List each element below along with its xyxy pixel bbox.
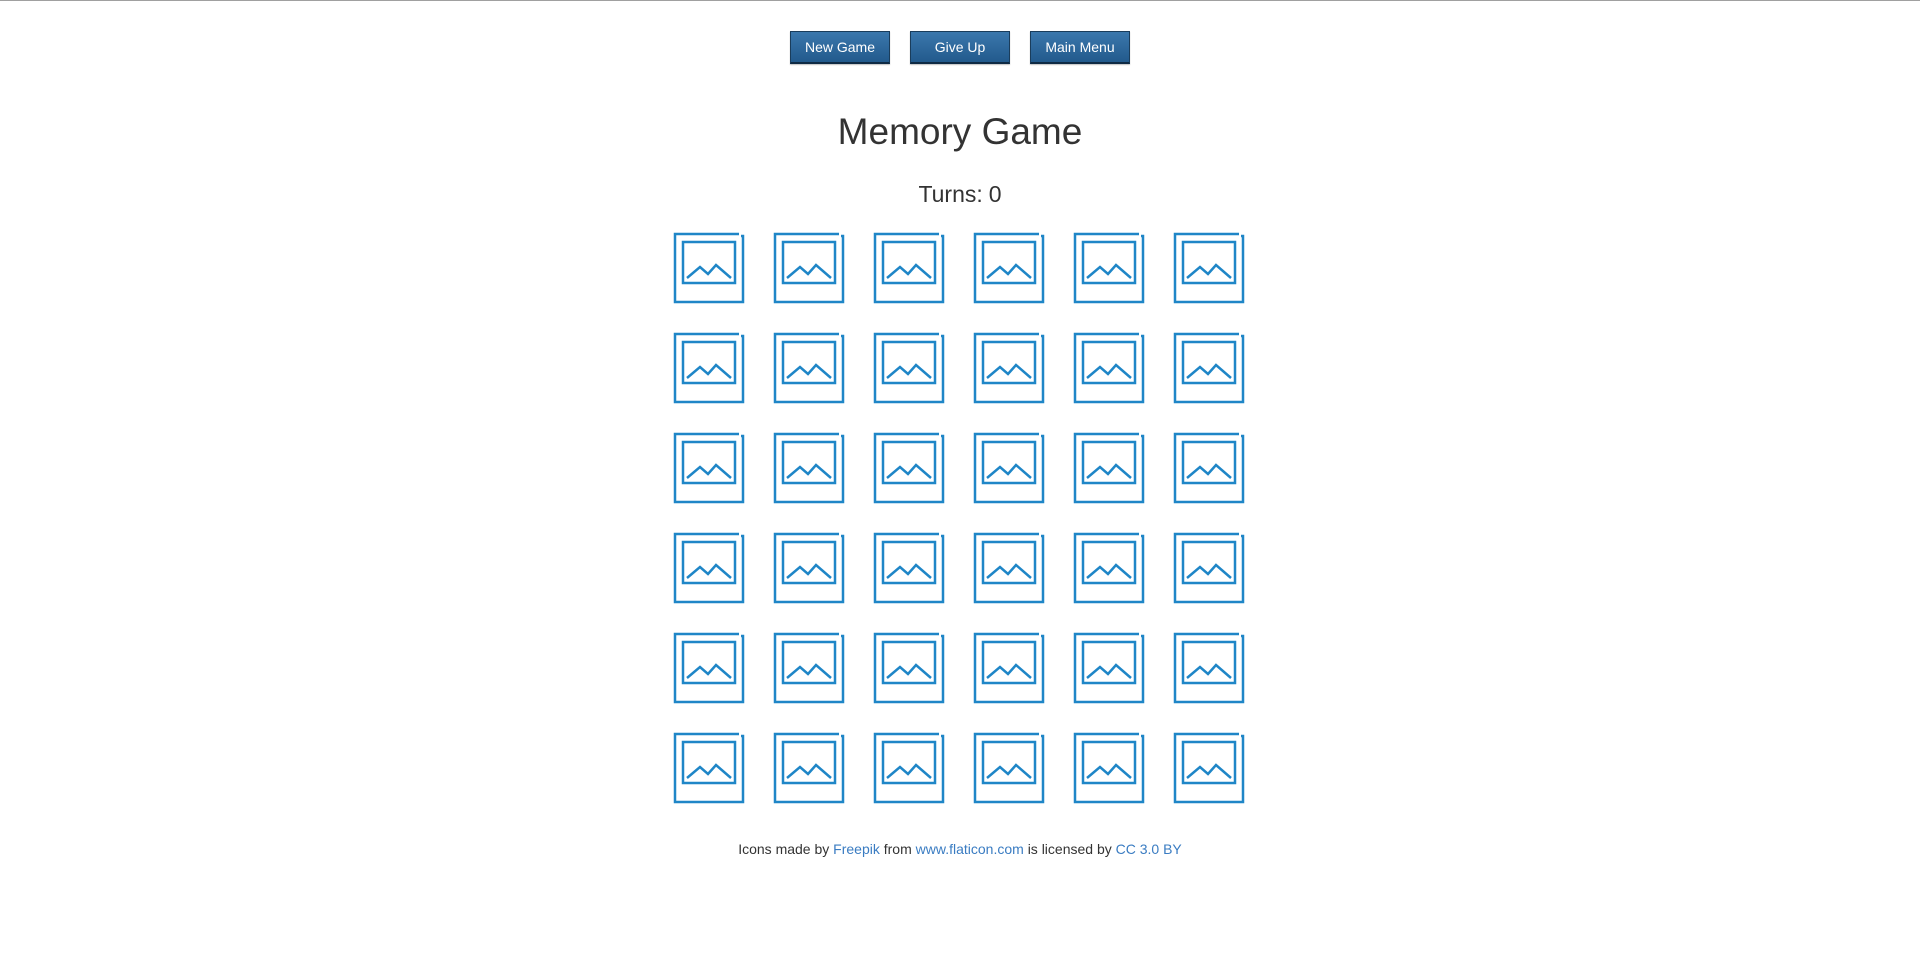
- image-placeholder-icon: [673, 532, 745, 604]
- image-placeholder-icon: [773, 732, 845, 804]
- give-up-button[interactable]: Give Up: [910, 31, 1010, 64]
- image-placeholder-icon: [873, 632, 945, 704]
- image-placeholder-icon: [973, 332, 1045, 404]
- image-placeholder-icon: [1173, 332, 1245, 404]
- image-placeholder-icon: [1073, 632, 1145, 704]
- image-placeholder-icon: [1073, 432, 1145, 504]
- memory-card[interactable]: [773, 332, 845, 404]
- memory-card[interactable]: [873, 732, 945, 804]
- memory-card[interactable]: [973, 632, 1045, 704]
- image-placeholder-icon: [673, 632, 745, 704]
- memory-card[interactable]: [973, 732, 1045, 804]
- image-placeholder-icon: [873, 232, 945, 304]
- memory-card[interactable]: [1173, 732, 1245, 804]
- memory-card[interactable]: [1173, 532, 1245, 604]
- memory-card[interactable]: [1073, 332, 1145, 404]
- memory-card[interactable]: [1173, 432, 1245, 504]
- memory-card[interactable]: [773, 732, 845, 804]
- image-placeholder-icon: [873, 432, 945, 504]
- image-placeholder-icon: [773, 332, 845, 404]
- memory-card[interactable]: [873, 632, 945, 704]
- icon-credits: Icons made by Freepik from www.flaticon.…: [0, 840, 1920, 858]
- image-placeholder-icon: [1173, 632, 1245, 704]
- main-menu-button[interactable]: Main Menu: [1030, 31, 1130, 64]
- turns-label: Turns:: [918, 181, 983, 207]
- memory-card[interactable]: [973, 332, 1045, 404]
- image-placeholder-icon: [673, 232, 745, 304]
- image-placeholder-icon: [773, 632, 845, 704]
- image-placeholder-icon: [773, 432, 845, 504]
- image-placeholder-icon: [673, 732, 745, 804]
- turns-counter: Turns: 0: [0, 180, 1920, 208]
- image-placeholder-icon: [1173, 532, 1245, 604]
- memory-card[interactable]: [773, 432, 845, 504]
- memory-card[interactable]: [673, 232, 745, 304]
- memory-card[interactable]: [1073, 732, 1145, 804]
- image-placeholder-icon: [673, 332, 745, 404]
- image-placeholder-icon: [773, 232, 845, 304]
- credits-from: from: [883, 841, 912, 857]
- image-placeholder-icon: [1073, 332, 1145, 404]
- image-placeholder-icon: [1073, 732, 1145, 804]
- memory-card[interactable]: [873, 232, 945, 304]
- image-placeholder-icon: [873, 532, 945, 604]
- image-placeholder-icon: [973, 732, 1045, 804]
- image-placeholder-icon: [1173, 732, 1245, 804]
- memory-card[interactable]: [1173, 632, 1245, 704]
- memory-card[interactable]: [673, 632, 745, 704]
- image-placeholder-icon: [1173, 232, 1245, 304]
- image-placeholder-icon: [1073, 532, 1145, 604]
- image-placeholder-icon: [1173, 432, 1245, 504]
- image-placeholder-icon: [973, 532, 1045, 604]
- memory-card[interactable]: [773, 232, 845, 304]
- memory-card[interactable]: [873, 432, 945, 504]
- image-placeholder-icon: [673, 432, 745, 504]
- flaticon-link[interactable]: www.flaticon.com: [916, 841, 1024, 857]
- memory-card[interactable]: [1073, 632, 1145, 704]
- memory-card[interactable]: [1073, 232, 1145, 304]
- memory-card[interactable]: [673, 532, 745, 604]
- new-game-button[interactable]: New Game: [790, 31, 890, 64]
- memory-card[interactable]: [973, 532, 1045, 604]
- memory-card[interactable]: [673, 732, 745, 804]
- game-toolbar: New Game Give Up Main Menu: [0, 31, 1920, 64]
- credits-licensed: is licensed by: [1027, 841, 1112, 857]
- memory-card[interactable]: [973, 232, 1045, 304]
- credits-prefix: Icons made by: [738, 841, 830, 857]
- memory-card[interactable]: [773, 532, 845, 604]
- image-placeholder-icon: [973, 232, 1045, 304]
- memory-card[interactable]: [1173, 332, 1245, 404]
- image-placeholder-icon: [873, 332, 945, 404]
- image-placeholder-icon: [1073, 232, 1145, 304]
- memory-card[interactable]: [873, 532, 945, 604]
- turns-value: 0: [988, 181, 1002, 207]
- freepik-link[interactable]: Freepik: [833, 841, 880, 857]
- license-link[interactable]: CC 3.0 BY: [1116, 841, 1182, 857]
- image-placeholder-icon: [973, 432, 1045, 504]
- image-placeholder-icon: [773, 532, 845, 604]
- memory-card[interactable]: [1073, 532, 1145, 604]
- memory-card[interactable]: [673, 332, 745, 404]
- memory-card[interactable]: [873, 332, 945, 404]
- memory-card[interactable]: [973, 432, 1045, 504]
- top-border: [0, 0, 1920, 1]
- card-board: [673, 232, 1249, 804]
- memory-card[interactable]: [673, 432, 745, 504]
- image-placeholder-icon: [973, 632, 1045, 704]
- memory-card[interactable]: [1073, 432, 1145, 504]
- image-placeholder-icon: [873, 732, 945, 804]
- memory-card[interactable]: [1173, 232, 1245, 304]
- page-title: Memory Game: [837, 111, 1083, 152]
- memory-card[interactable]: [773, 632, 845, 704]
